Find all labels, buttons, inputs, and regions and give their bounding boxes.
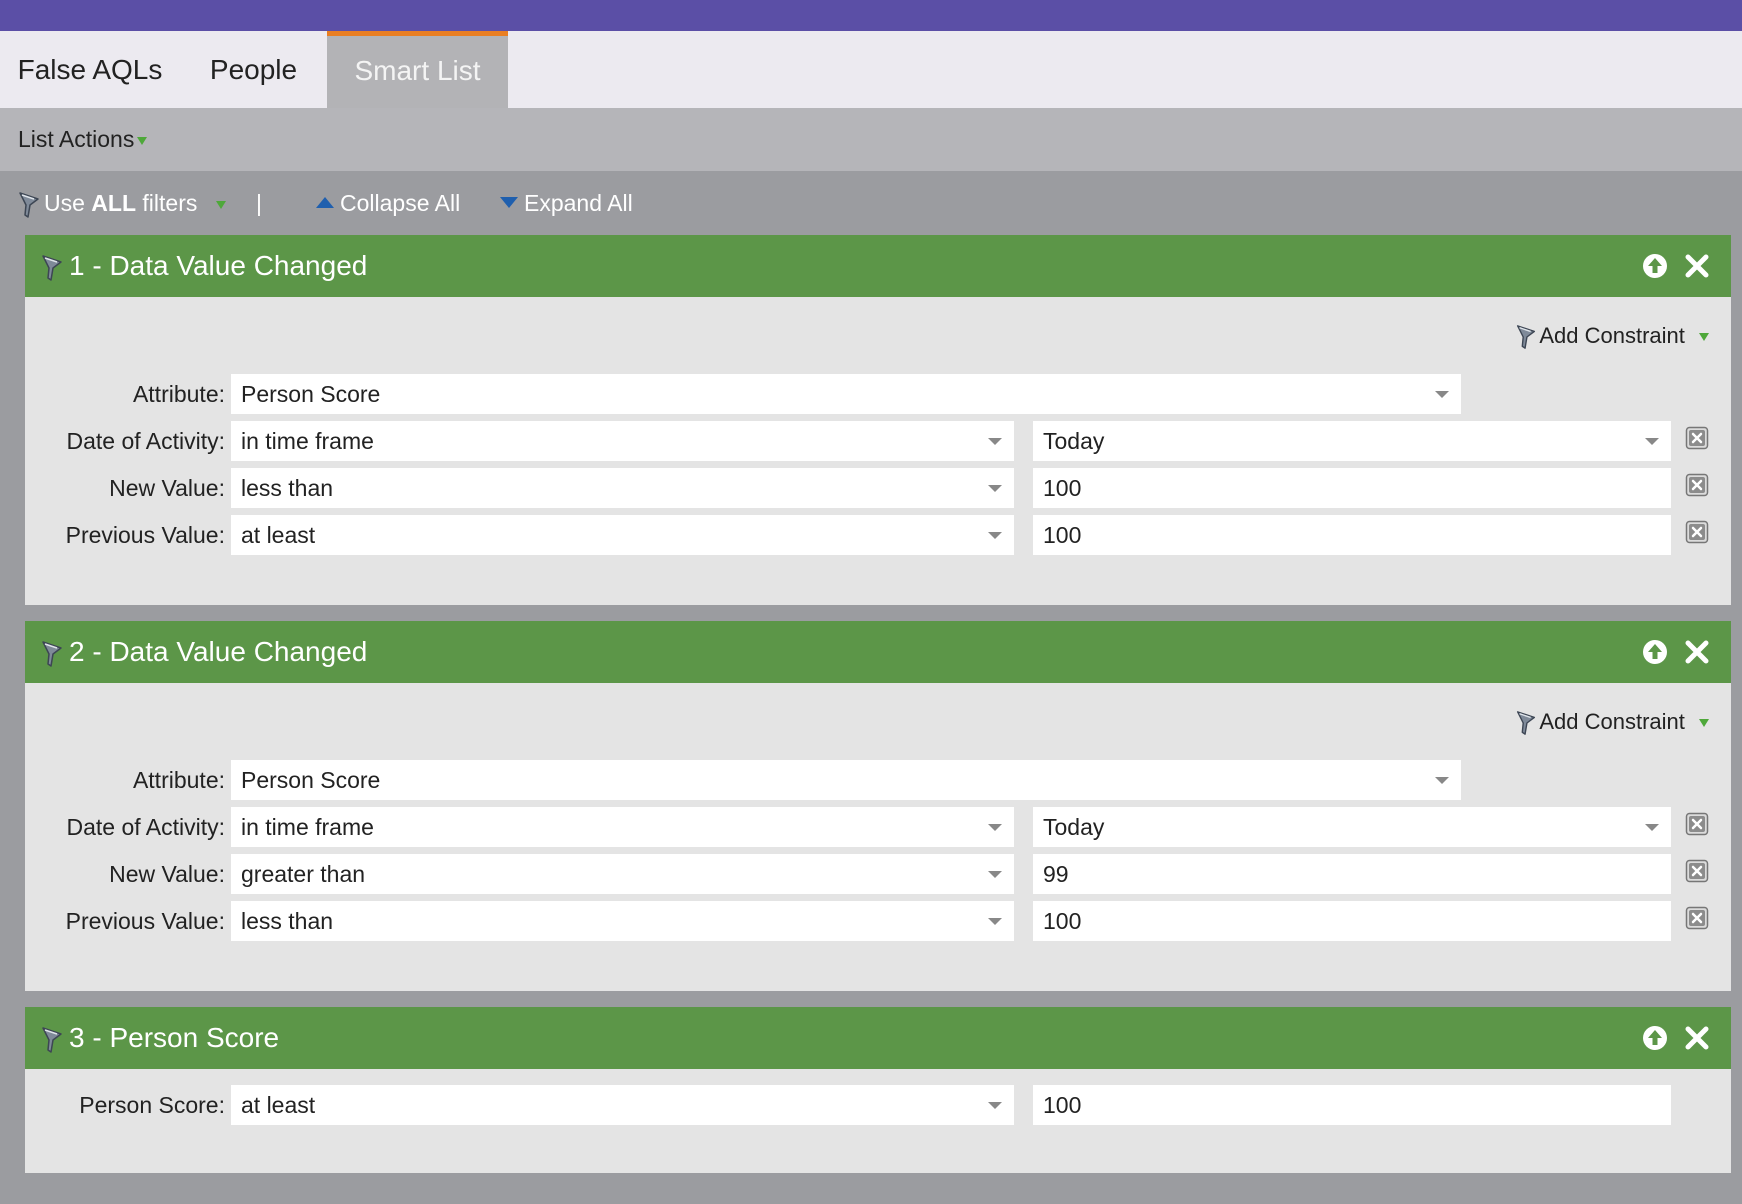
value-input[interactable]: 99 <box>1033 854 1671 894</box>
toolbar-separator: | <box>256 190 262 216</box>
filter-icon <box>1515 710 1537 736</box>
operator-select[interactable]: in time frame <box>231 807 1014 847</box>
expand-triangle-icon <box>500 197 518 209</box>
add-constraint-button[interactable]: Add Constraint <box>1515 323 1709 350</box>
filter-card: 1 - Data Value Changed Add Constraint At… <box>25 235 1731 605</box>
filter-title: 2 - Data Value Changed <box>41 621 367 683</box>
filter-title-text: 2 - Data Value Changed <box>69 636 368 667</box>
constraint-row: New Value: less than 100 <box>25 468 1731 508</box>
move-up-icon[interactable] <box>1641 638 1669 666</box>
operator-select[interactable]: less than <box>231 901 1014 941</box>
close-icon[interactable] <box>1683 1024 1711 1052</box>
chevron-down-icon <box>1699 719 1709 728</box>
value-select[interactable]: Today <box>1033 421 1671 461</box>
attribute-select[interactable]: Person Score <box>231 760 1461 800</box>
list-actions-menu[interactable]: List Actions <box>18 108 148 171</box>
close-icon[interactable] <box>1683 252 1711 280</box>
operator-select[interactable]: less than <box>231 468 1014 508</box>
chevron-down-icon <box>215 200 226 209</box>
filter-icon <box>1515 324 1537 350</box>
add-constraint-label: Add Constraint <box>1539 709 1685 734</box>
operator-select[interactable]: greater than <box>231 854 1014 894</box>
operator-select[interactable]: in time frame <box>231 421 1014 461</box>
filter-card: 2 - Data Value Changed Add Constraint At… <box>25 621 1731 991</box>
collapse-triangle-icon <box>316 197 334 209</box>
constraint-row: Person Score: at least 100 <box>25 1085 1731 1125</box>
use-prefix: Use <box>44 190 92 216</box>
filter-header: 2 - Data Value Changed <box>25 621 1731 683</box>
constraint-label: Date of Activity: <box>66 814 225 840</box>
remove-constraint-icon[interactable] <box>1685 859 1709 883</box>
filter-title: 1 - Data Value Changed <box>41 235 367 297</box>
remove-constraint-icon[interactable] <box>1685 473 1709 497</box>
attribute-label: Attribute: <box>132 381 225 407</box>
tab-false-aqls[interactable]: False AQLs <box>0 31 180 108</box>
constraint-label: Previous Value: <box>65 908 225 934</box>
attribute-label: Attribute: <box>132 767 225 793</box>
constraint-label: New Value: <box>109 861 225 887</box>
add-constraint-button[interactable]: Add Constraint <box>1515 709 1709 736</box>
use-bold: ALL <box>91 190 137 216</box>
list-actions-label: List Actions <box>18 126 135 152</box>
constraint-label: Date of Activity: <box>66 428 225 454</box>
filter-header: 1 - Data Value Changed <box>25 235 1731 297</box>
filter-card: 3 - Person Score Person Score: at least … <box>25 1007 1731 1173</box>
constraint-row: Date of Activity: in time frame Today <box>25 807 1731 847</box>
top-header-bar <box>0 0 1742 31</box>
tab-people[interactable]: People <box>180 31 327 108</box>
remove-constraint-icon[interactable] <box>1685 906 1709 930</box>
remove-constraint-icon[interactable] <box>1685 426 1709 450</box>
operator-select[interactable]: at least <box>231 515 1014 555</box>
tab-smart-list[interactable]: Smart List <box>327 31 508 108</box>
attribute-select[interactable]: Person Score <box>231 374 1461 414</box>
move-up-icon[interactable] <box>1641 1024 1669 1052</box>
use-suffix: filters <box>136 190 198 216</box>
chevron-down-icon <box>1699 333 1709 342</box>
constraint-row: New Value: greater than 99 <box>25 854 1731 894</box>
filter-header: 3 - Person Score <box>25 1007 1731 1069</box>
use-all-filters-dropdown[interactable]: Use ALL filters <box>18 171 226 235</box>
attribute-row: Attribute: Person Score <box>25 760 1731 800</box>
constraint-row: Previous Value: at least 100 <box>25 515 1731 555</box>
constraint-label: Previous Value: <box>65 522 225 548</box>
collapse-all-button[interactable]: Collapse All <box>316 171 460 235</box>
constraint-row: Date of Activity: in time frame Today <box>25 421 1731 461</box>
expand-all-label: Expand All <box>524 190 633 216</box>
value-input[interactable]: 100 <box>1033 515 1671 555</box>
expand-all-button[interactable]: Expand All <box>500 171 633 235</box>
value-select[interactable]: Today <box>1033 807 1671 847</box>
remove-constraint-icon[interactable] <box>1685 812 1709 836</box>
filter-title-text: 1 - Data Value Changed <box>69 250 368 281</box>
move-up-icon[interactable] <box>1641 252 1669 280</box>
add-constraint-label: Add Constraint <box>1539 323 1685 348</box>
filter-icon <box>41 640 63 668</box>
value-input[interactable]: 100 <box>1033 901 1671 941</box>
filter-icon <box>18 191 40 219</box>
filter-title-text: 3 - Person Score <box>69 1022 280 1053</box>
chevron-down-icon <box>137 136 148 145</box>
collapse-all-label: Collapse All <box>340 190 461 216</box>
remove-constraint-icon[interactable] <box>1685 520 1709 544</box>
attribute-row: Attribute: Person Score <box>25 374 1731 414</box>
constraint-label: Person Score: <box>79 1092 225 1118</box>
filter-title: 3 - Person Score <box>41 1007 279 1069</box>
constraint-row: Previous Value: less than 100 <box>25 901 1731 941</box>
close-icon[interactable] <box>1683 638 1711 666</box>
actions-bar: List Actions <box>0 108 1742 171</box>
constraint-label: New Value: <box>109 475 225 501</box>
filter-icon <box>41 1026 63 1054</box>
operator-select[interactable]: at least <box>231 1085 1014 1125</box>
tab-bar: False AQLs People Smart List <box>0 31 1742 108</box>
filter-icon <box>41 254 63 282</box>
filter-toolbar: Use ALL filters | Collapse All Expand Al… <box>0 171 1742 235</box>
value-input[interactable]: 100 <box>1033 468 1671 508</box>
value-input[interactable]: 100 <box>1033 1085 1671 1125</box>
